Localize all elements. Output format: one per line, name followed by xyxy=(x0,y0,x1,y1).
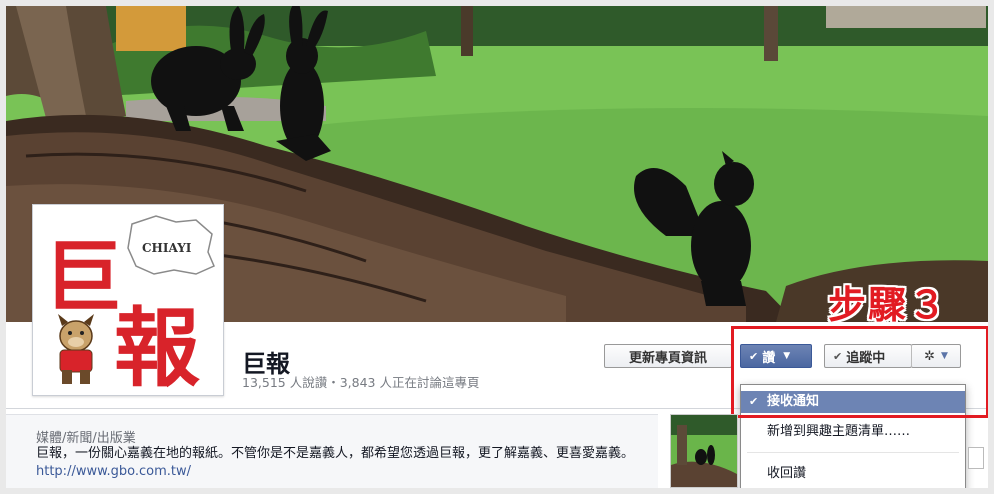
settings-gear-button[interactable]: ✲ ▼ xyxy=(911,344,961,368)
menu-item-label: 收回讚 xyxy=(767,466,807,481)
following-button[interactable]: ✔ 追蹤中 xyxy=(824,344,912,368)
menu-item-add-to-interest-list[interactable]: 新增到興趣主題清單…… xyxy=(741,421,965,443)
like-button[interactable]: ✔ 讚 ▼ xyxy=(740,344,812,368)
gear-icon: ✲ xyxy=(924,348,935,364)
page-stats: 13,515 人說讚・3,843 人正在討論這專頁 xyxy=(242,375,480,390)
like-dropdown-menu: ✔ 接收通知 新增到興趣主題清單…… 收回讚 xyxy=(740,384,966,488)
website-link[interactable]: http://www.gbo.com.tw/ xyxy=(36,464,191,479)
logo-char-ju: 巨 xyxy=(44,232,122,323)
update-page-info-button[interactable]: 更新專頁資訊 xyxy=(604,344,732,368)
facebook-page-frame: 步驟３ CHIAYI 巨 報 巨報 13,515 人說讚・3,843 人正在討論… xyxy=(6,6,988,488)
caret-down-icon: ▼ xyxy=(783,351,791,361)
profile-picture[interactable]: CHIAYI 巨 報 xyxy=(32,204,224,396)
checkmark-icon: ✔ xyxy=(749,395,759,408)
checkmark-icon: ✔ xyxy=(749,349,759,363)
menu-item-label: 新增到興趣主題清單…… xyxy=(767,424,911,439)
checkmark-icon: ✔ xyxy=(833,349,843,363)
logo-char-bao: 報 xyxy=(114,298,200,392)
description-text: 巨報，一份關心嘉義在地的報紙。不管你是不是嘉義人，都希望您透過巨報，更了解嘉義、… xyxy=(36,446,635,461)
menu-item-unlike[interactable]: 收回讚 xyxy=(741,463,965,485)
photo-thumbnail[interactable] xyxy=(670,414,738,488)
step-annotation: 步驟３ xyxy=(828,283,949,327)
menu-item-label: 接收通知 xyxy=(767,394,820,409)
following-label: 追蹤中 xyxy=(846,350,886,366)
menu-item-get-notifications[interactable]: ✔ 接收通知 xyxy=(741,391,965,413)
map-label: CHIAYI xyxy=(142,241,192,255)
update-page-info-label: 更新專頁資訊 xyxy=(628,350,707,366)
side-widget xyxy=(968,447,984,469)
page-category: 媒體/新聞/出版業 xyxy=(36,431,136,446)
menu-divider xyxy=(747,452,959,453)
page-description: 巨報，一份關心嘉義在地的報紙。不管你是不是嘉義人，都希望您透過巨報，更了解嘉義、… xyxy=(36,445,636,481)
like-label: 讚 xyxy=(762,350,776,366)
caret-down-icon: ▼ xyxy=(940,351,948,361)
